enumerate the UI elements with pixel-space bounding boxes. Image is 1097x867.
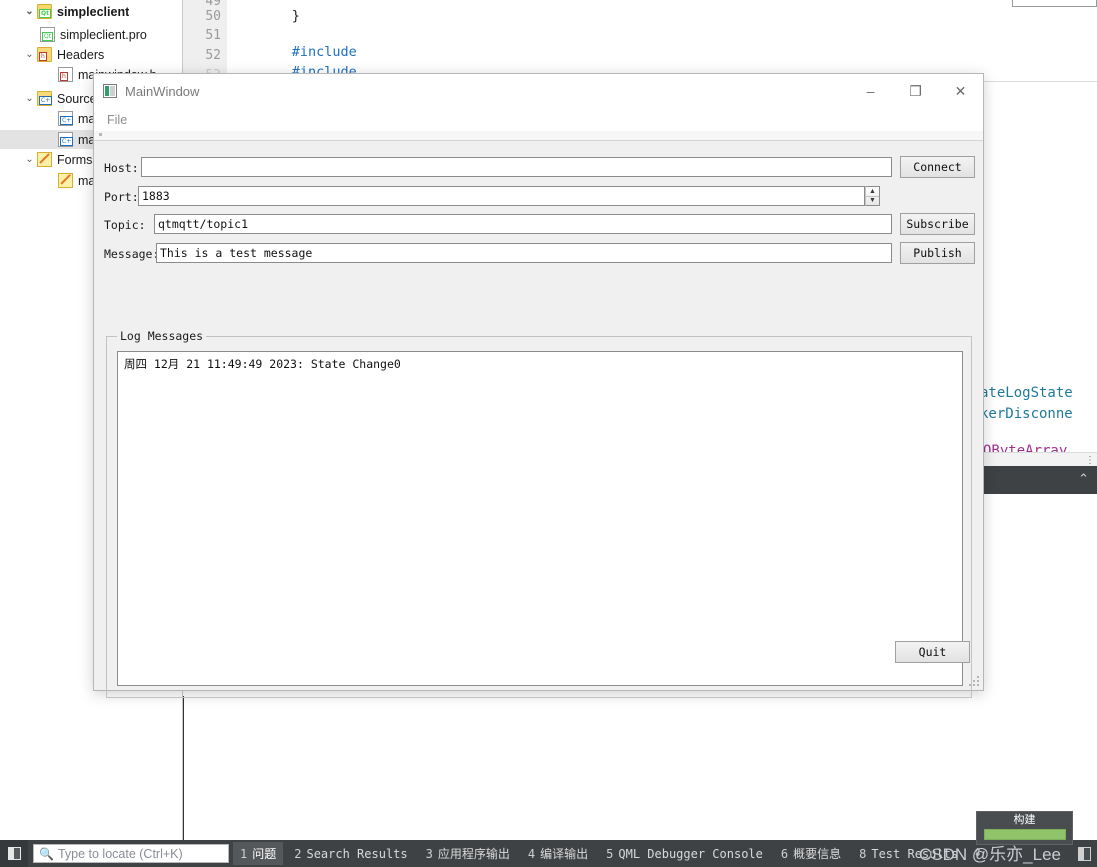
tree-item-label: simpleclient.pro — [60, 27, 147, 42]
toggle-sidebar-icon[interactable] — [0, 840, 28, 867]
chevron-down-icon[interactable]: ⌄ — [22, 154, 37, 165]
mainwindow-dialog[interactable]: MainWindow – ❐ ✕ File Host: Connect Port… — [93, 73, 984, 698]
output-pane-qml-debugger-console[interactable]: 5 QML Debugger Console — [599, 844, 770, 864]
resize-grip-icon[interactable] — [969, 676, 980, 687]
port-row: Port: 1883 ▲ ▼ — [94, 186, 983, 208]
quit-button[interactable]: Quit — [895, 641, 970, 663]
pane-label: 编译输出 — [540, 847, 589, 861]
toolbar-grip-icon[interactable] — [99, 133, 102, 136]
dialog-menubar[interactable]: File — [94, 108, 983, 131]
pane-number: 4 — [527, 847, 536, 861]
connect-button[interactable]: Connect — [900, 156, 975, 178]
qt-project-folder-icon: Qt — [37, 4, 52, 19]
message-row: Message: This is a test message Publish — [94, 242, 983, 265]
pane-number: 5 — [606, 846, 614, 861]
tree-item-simpleclient-pro[interactable]: Qt simpleclient.pro — [0, 25, 183, 44]
line-number: 51 — [205, 28, 221, 43]
close-icon[interactable]: ✕ — [938, 74, 983, 108]
overflow-dots-icon[interactable]: ⋮ — [1085, 455, 1095, 466]
maximize-icon[interactable]: ❐ — [893, 74, 938, 108]
chevron-down-icon[interactable]: ⌄ — [22, 6, 37, 17]
code-fragment-line: kerDisconne — [980, 406, 1073, 422]
editor-overlay-panel: ⋮ — [980, 452, 1097, 466]
code-fragment-right: ateLogState kerDisconne — [980, 383, 1097, 425]
output-pane-search-results[interactable]: 2 Search Results — [287, 844, 414, 864]
tree-item-label: Headers — [57, 47, 105, 62]
pane-label: 概要信息 — [793, 847, 842, 861]
headers-folder-icon: h — [37, 47, 52, 62]
qt-window-icon — [103, 84, 117, 98]
search-placeholder: Type to locate (Ctrl+K) — [57, 846, 183, 861]
line-number: 49 — [205, 0, 221, 9]
port-spinner[interactable]: ▲ ▼ — [865, 186, 880, 206]
code-token: } — [291, 8, 300, 24]
header-file-icon: h — [58, 67, 73, 82]
cpp-file-icon: C+ — [58, 111, 74, 126]
status-bar: 🔍 Type to locate (Ctrl+K) 1 问题 2 Search … — [0, 840, 1097, 867]
subscribe-button[interactable]: Subscribe — [900, 213, 975, 235]
topic-input[interactable]: qtmqtt/topic1 — [154, 214, 892, 234]
pane-label: 应用程序输出 — [437, 847, 510, 861]
spin-up-icon[interactable]: ▲ — [866, 187, 879, 197]
ui-form-file-icon — [58, 173, 73, 188]
qt-pro-file-icon: Qt — [40, 27, 55, 42]
pane-label: QML Debugger Console — [618, 846, 763, 861]
log-messages-title: Log Messages — [117, 329, 207, 343]
pane-label: 问题 — [252, 847, 277, 861]
pane-number: 3 — [425, 847, 433, 861]
log-line: 周四 12月 21 11:49:49 2023: State Change0 — [124, 357, 401, 371]
forms-folder-icon — [37, 152, 52, 167]
output-pane-problems[interactable]: 1 问题 — [233, 842, 284, 865]
build-progress-tooltip: 构建 — [976, 811, 1073, 845]
pane-label: Search Results — [306, 846, 408, 861]
chevron-down-icon[interactable]: ⌄ — [22, 93, 37, 104]
dialog-titlebar[interactable]: MainWindow – ❐ ✕ — [94, 74, 983, 108]
search-input[interactable]: 🔍 Type to locate (Ctrl+K) — [33, 844, 229, 863]
output-pane-compile-output[interactable]: 4 编译输出 — [521, 842, 595, 865]
host-label: Host: — [104, 161, 139, 175]
output-pane-general-messages[interactable]: 6 概要信息 — [774, 842, 848, 865]
tree-item-headers[interactable]: ⌄ h Headers — [0, 45, 183, 64]
toggle-rightpane-icon[interactable] — [1078, 847, 1091, 861]
chevron-up-icon[interactable]: ⌃ — [1078, 471, 1089, 487]
log-messages-group: Log Messages 周四 12月 21 11:49:49 2023: St… — [106, 329, 972, 698]
minimize-icon[interactable]: – — [848, 74, 893, 108]
panel-divider — [183, 696, 184, 845]
publish-button[interactable]: Publish — [900, 242, 975, 264]
dialog-toolbar-strip — [94, 131, 983, 141]
line-number: 52 — [205, 48, 221, 63]
host-input[interactable] — [141, 157, 892, 177]
port-input[interactable]: 1883 — [138, 186, 865, 206]
toolbar-stub: ▪▪▪ — [1012, 0, 1097, 7]
cpp-file-icon: C+ — [58, 132, 74, 147]
dialog-body: Host: Connect Port: 1883 ▲ ▼ Topic: qtmq… — [94, 141, 983, 698]
topic-label: Topic: — [104, 218, 146, 232]
tree-item-simpleclient[interactable]: ⌄ Qt simpleclient — [0, 2, 183, 21]
dialog-title: MainWindow — [125, 83, 200, 99]
editor-gutter: 49 50 51 52 53 — [183, 0, 227, 83]
pane-number: 8 — [859, 846, 867, 861]
pane-number: 2 — [294, 846, 302, 861]
port-label: Port: — [104, 190, 139, 204]
host-row: Host: Connect — [94, 156, 983, 179]
message-input[interactable]: This is a test message — [156, 243, 892, 263]
build-progress-bar — [983, 829, 1066, 840]
line-number: 50 — [205, 9, 221, 24]
pane-number: 1 — [240, 847, 248, 861]
pane-number: 6 — [780, 847, 789, 861]
build-progress-label: 构建 — [1013, 813, 1036, 826]
menu-item-file[interactable]: File — [103, 111, 131, 129]
spin-down-icon[interactable]: ▼ — [866, 197, 879, 206]
magnifier-icon: 🔍 — [39, 846, 54, 861]
tree-item-label: Forms — [57, 152, 93, 167]
output-pane-application-output[interactable]: 3 应用程序输出 — [419, 842, 517, 865]
sources-folder-icon: C+ — [37, 91, 53, 106]
tree-item-label: simpleclient — [57, 4, 130, 19]
message-label: Message: — [104, 247, 160, 261]
code-fragment-line: ateLogState — [980, 385, 1073, 401]
chevron-down-icon[interactable]: ⌄ — [22, 49, 37, 60]
topic-row: Topic: qtmqtt/topic1 Subscribe — [94, 213, 983, 236]
log-messages-textarea[interactable]: 周四 12月 21 11:49:49 2023: State Change0 — [117, 351, 963, 686]
